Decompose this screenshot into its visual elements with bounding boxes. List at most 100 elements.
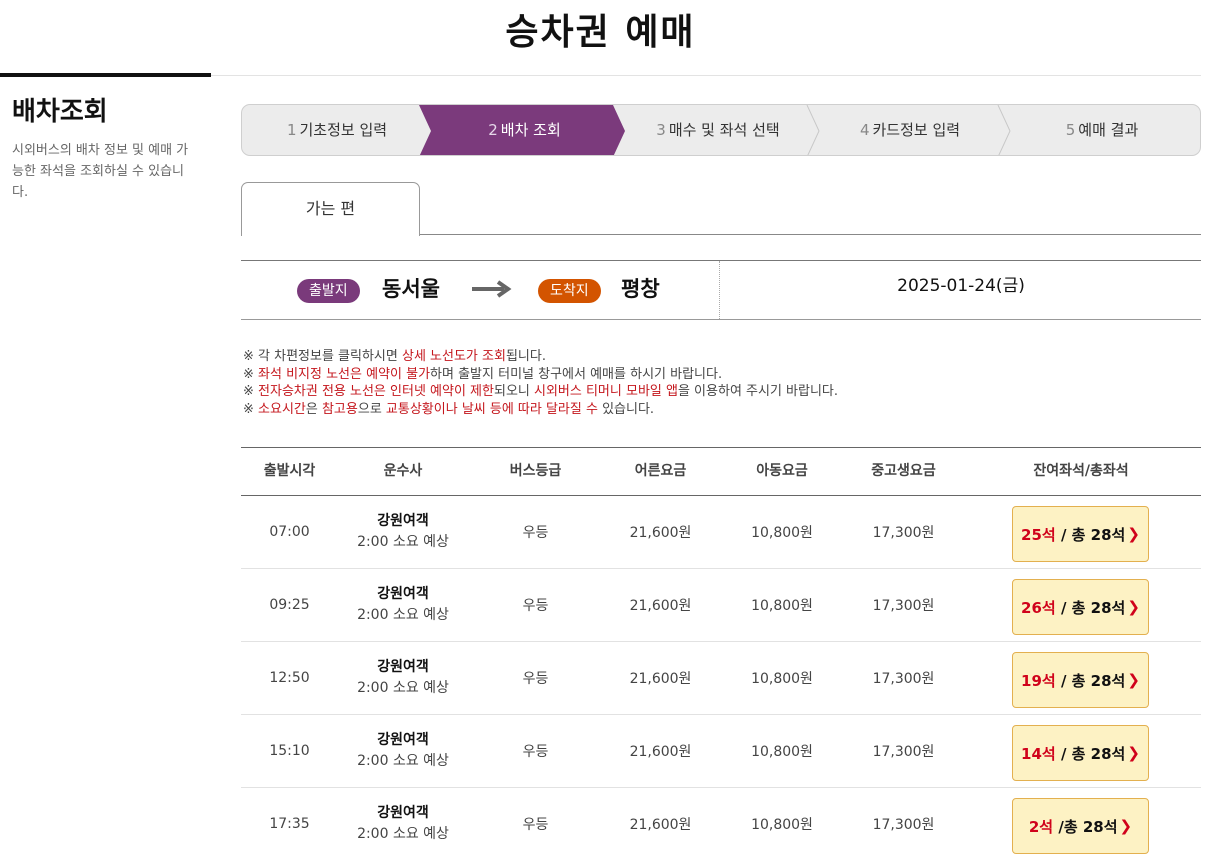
step-label: 카드정보 입력 bbox=[872, 121, 961, 139]
side-panel: 배차조회 시외버스의 배차 정보 및 예매 가능한 좌석을 조회하실 수 있습니… bbox=[12, 94, 197, 203]
notice-highlight: 시외버스 티머니 모바일 앱 bbox=[534, 384, 678, 399]
notice-text: 하며 출발지 터미널 창구에서 예매를 하시기 바랍니다. bbox=[430, 366, 723, 382]
select-seat-button[interactable]: 14석 / 총 28석 ❯ bbox=[1012, 725, 1149, 781]
company: 강원여객 2:00 소요 예상 bbox=[338, 642, 468, 714]
table-row[interactable]: 12:50 강원여객 2:00 소요 예상 우등 21,600원 10,800원 17,30… bbox=[241, 642, 1201, 715]
step-number: 4 bbox=[859, 121, 870, 139]
total-seats: / 총 28석 bbox=[1055, 744, 1126, 763]
notice-line: ※ 각 차편정보를 클릭하시면 상세 노선도가 조회됩니다. bbox=[243, 348, 1201, 366]
progress-steps: 1 기초정보 입력 2 배차 조회 3 매수 및 좌석 선택 4 카드정보 입력 5 예매… bbox=[241, 104, 1201, 156]
departure-time-value: 07:00 bbox=[269, 524, 310, 540]
table-header: 출발시각 운수사 버스등급 어른요금 아동요금 중고생요금 잔여좌석/총좌석 bbox=[241, 447, 1201, 496]
select-seat-button[interactable]: 26석 / 총 28석 ❯ bbox=[1012, 579, 1149, 635]
header-adult-fare: 어른요금 bbox=[634, 463, 687, 479]
child-fare: 10,800원 bbox=[718, 788, 846, 856]
adult-fare: 21,600원 bbox=[603, 788, 718, 856]
table-row[interactable]: 15:10 강원여객 2:00 소요 예상 우등 21,600원 10,800원 17,30… bbox=[241, 715, 1201, 788]
youth-fare: 17,300원 bbox=[846, 496, 961, 568]
child-fare: 10,800원 bbox=[718, 715, 846, 787]
youth-fare: 17,300원 bbox=[846, 788, 961, 856]
notice-text: 됩니다. bbox=[505, 349, 546, 364]
notice-text: 있습니다. bbox=[597, 401, 655, 417]
notice-highlight: 전자승차권 전용 노선은 인터넷 예약이 제한 bbox=[258, 384, 494, 399]
step-label: 매수 및 좌석 선택 bbox=[668, 121, 780, 139]
adult-fare-value: 21,600원 bbox=[629, 817, 692, 833]
notice-text: ※ 각 차편정보를 클릭하시면 bbox=[243, 349, 402, 364]
tab-outbound[interactable]: 가는 편 bbox=[241, 182, 420, 236]
adult-fare: 21,600원 bbox=[603, 569, 718, 641]
travel-duration: 2:00 소요 예상 bbox=[357, 826, 449, 842]
notice-text: 을 이용하여 주시기 바랍니다. bbox=[677, 384, 839, 399]
child-fare-value: 10,800원 bbox=[751, 598, 813, 614]
header-youth-fare: 중고생요금 bbox=[871, 463, 936, 479]
notice-highlight: 참고용 bbox=[321, 401, 358, 417]
youth-fare-value: 17,300원 bbox=[872, 598, 935, 614]
bus-grade-value: 우등 bbox=[522, 817, 549, 833]
bus-grade-value: 우등 bbox=[522, 671, 549, 687]
notice-text: 은 bbox=[305, 401, 322, 417]
page-title: 승차권 예매 bbox=[505, 12, 696, 53]
departure-badge: 출발지 bbox=[297, 279, 360, 303]
departure-time: 15:10 bbox=[241, 715, 338, 787]
header-child-fare: 아동요금 bbox=[756, 463, 808, 479]
company-name: 강원여객 bbox=[377, 513, 429, 529]
step-number: 5 bbox=[1065, 121, 1076, 139]
youth-fare: 17,300원 bbox=[846, 569, 961, 641]
child-fare-value: 10,800원 bbox=[751, 817, 813, 833]
header-seats: 잔여좌석/총좌석 bbox=[1033, 463, 1129, 479]
company-name: 강원여객 bbox=[377, 659, 429, 675]
step-1: 1 기초정보 입력 bbox=[242, 105, 432, 155]
step-2: 2 배차 조회 bbox=[427, 105, 622, 155]
departure-time-value: 09:25 bbox=[269, 597, 310, 613]
bus-grade-value: 우등 bbox=[522, 598, 549, 614]
travel-duration: 2:00 소요 예상 bbox=[357, 680, 449, 696]
departure-time-value: 12:50 bbox=[269, 670, 310, 686]
adult-fare: 21,600원 bbox=[603, 715, 718, 787]
route-summary: 출발지 동서울 도착지 평창 2025-01-24(금) bbox=[241, 260, 1201, 320]
notice-highlight: 상세 노선도가 조회 bbox=[401, 349, 506, 364]
step-3: 3 매수 및 좌석 선택 bbox=[620, 105, 816, 155]
notice-highlight: 소요시간 bbox=[258, 401, 306, 417]
travel-date: 2025-01-24(금) bbox=[897, 276, 1025, 296]
company: 강원여객 2:00 소요 예상 bbox=[338, 788, 468, 856]
notice-line: ※ 소요시간은 참고용으로 교통상황이나 날씨 등에 따라 달라질 수 있습니다… bbox=[243, 401, 1201, 419]
youth-fare: 17,300원 bbox=[846, 642, 961, 714]
departure-time-value: 15:10 bbox=[269, 743, 310, 759]
company: 강원여객 2:00 소요 예상 bbox=[338, 715, 468, 787]
header-departure-time: 출발시각 bbox=[263, 463, 316, 479]
total-seats: /총 28석 bbox=[1053, 817, 1118, 836]
travel-duration: 2:00 소요 예상 bbox=[357, 753, 449, 769]
adult-fare-value: 21,600원 bbox=[629, 744, 692, 760]
notice-list: ※ 각 차편정보를 클릭하시면 상세 노선도가 조회됩니다. ※ 좌석 비지정 노… bbox=[243, 348, 1201, 418]
route-cities: 출발지 동서울 도착지 평창 bbox=[241, 261, 720, 319]
travel-duration: 2:00 소요 예상 bbox=[357, 607, 449, 623]
header-company: 운수사 bbox=[383, 463, 423, 479]
notice-highlight: 좌석 비지정 노선은 예약이 불가 bbox=[258, 366, 431, 382]
notice-line: ※ 좌석 비지정 노선은 예약이 불가하며 출발지 터미널 창구에서 예매를 하… bbox=[243, 366, 1201, 384]
table-row[interactable]: 07:00 강원여객 2:00 소요 예상 우등 21,600원 10,800원 17,30… bbox=[241, 496, 1201, 569]
youth-fare-value: 17,300원 bbox=[872, 671, 935, 687]
child-fare: 10,800원 bbox=[718, 496, 846, 568]
total-seats: / 총 28석 bbox=[1055, 671, 1126, 690]
step-label: 예매 결과 bbox=[1078, 121, 1139, 139]
total-seats: / 총 28석 bbox=[1055, 525, 1126, 544]
section-description: 시외버스의 배차 정보 및 예매 가능한 좌석을 조회하실 수 있습니다. bbox=[12, 143, 189, 200]
select-seat-button[interactable]: 19석 / 총 28석 ❯ bbox=[1012, 652, 1149, 708]
notice-text: ※ bbox=[243, 384, 259, 399]
notice-highlight: 교통상황이나 날씨 등에 따라 달라질 수 bbox=[385, 401, 598, 417]
notice-text: ※ bbox=[243, 366, 259, 382]
adult-fare-value: 21,600원 bbox=[629, 671, 692, 687]
notice-text: 되오니 bbox=[493, 384, 534, 399]
table-row[interactable]: 09:25 강원여객 2:00 소요 예상 우등 21,600원 10,800원 17,30… bbox=[241, 569, 1201, 642]
select-seat-button[interactable]: 2석 /총 28석 ❯ bbox=[1012, 798, 1149, 854]
company: 강원여객 2:00 소요 예상 bbox=[338, 569, 468, 641]
table-row[interactable]: 17:35 강원여객 2:00 소요 예상 우등 21,600원 10,800원 17,30… bbox=[241, 788, 1201, 856]
section-title: 배차조회 bbox=[12, 97, 108, 127]
bus-grade: 우등 bbox=[468, 715, 603, 787]
step-5: 5 예매 결과 bbox=[1004, 105, 1200, 155]
notice-text: ※ bbox=[243, 401, 259, 417]
departure-time: 07:00 bbox=[241, 496, 338, 568]
select-seat-button[interactable]: 25석 / 총 28석 ❯ bbox=[1012, 506, 1149, 562]
remaining-seats: 2석 bbox=[1028, 817, 1054, 836]
adult-fare: 21,600원 bbox=[603, 496, 718, 568]
